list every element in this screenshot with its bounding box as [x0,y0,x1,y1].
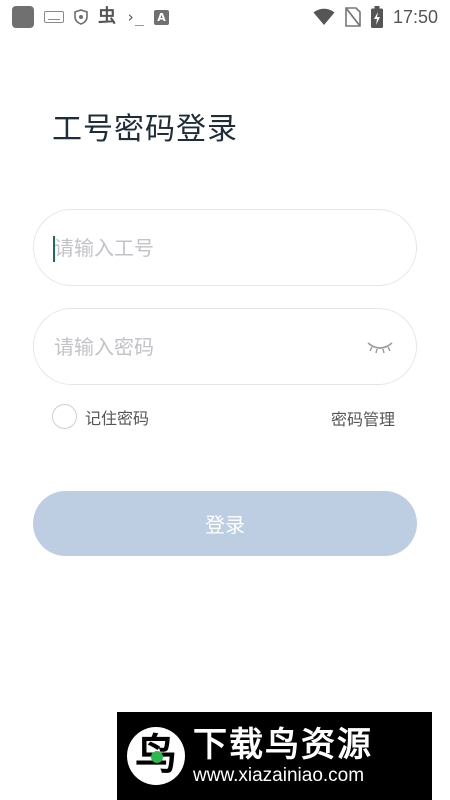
employee-id-field[interactable] [33,209,417,286]
text-caret [53,236,55,262]
status-bar-left: 虫 ›_ A [12,6,170,28]
terminal-icon: ›_ [126,8,145,26]
employee-id-input[interactable] [54,210,354,285]
logo-dot [151,751,163,763]
font-a-icon: A [154,9,170,25]
battery-charging-icon [370,6,383,28]
bug-icon: 虫 [98,6,116,27]
wifi-icon [313,8,335,25]
watermark-url: www.xiazainiao.com [193,765,365,786]
status-bar: 虫 ›_ A 17:50 [0,0,450,36]
shield-icon [74,9,88,25]
no-sim-icon [345,7,361,27]
eye-closed-icon[interactable] [366,339,394,355]
remember-password-toggle[interactable]: 记住密码 [52,404,149,429]
watermark-text: 下载鸟资源 www.xiazainiao.com [193,725,373,787]
app-square-icon [12,6,34,28]
password-manage-link[interactable]: 密码管理 [331,406,395,430]
status-time: 17:50 [392,6,438,27]
watermark-logo: 鸟 [127,727,185,785]
password-input[interactable] [54,309,354,384]
keyboard-icon [44,11,64,23]
watermark-banner: 鸟 下载鸟资源 www.xiazainiao.com [117,712,432,800]
password-field[interactable] [33,308,417,385]
watermark-title: 下载鸟资源 [193,725,373,765]
status-bar-right: 17:50 [313,6,438,28]
remember-radio[interactable] [52,404,77,429]
page-title: 工号密码登录 [52,112,238,147]
remember-password-label: 记住密码 [85,408,150,428]
login-button[interactable]: 登录 [33,491,417,556]
